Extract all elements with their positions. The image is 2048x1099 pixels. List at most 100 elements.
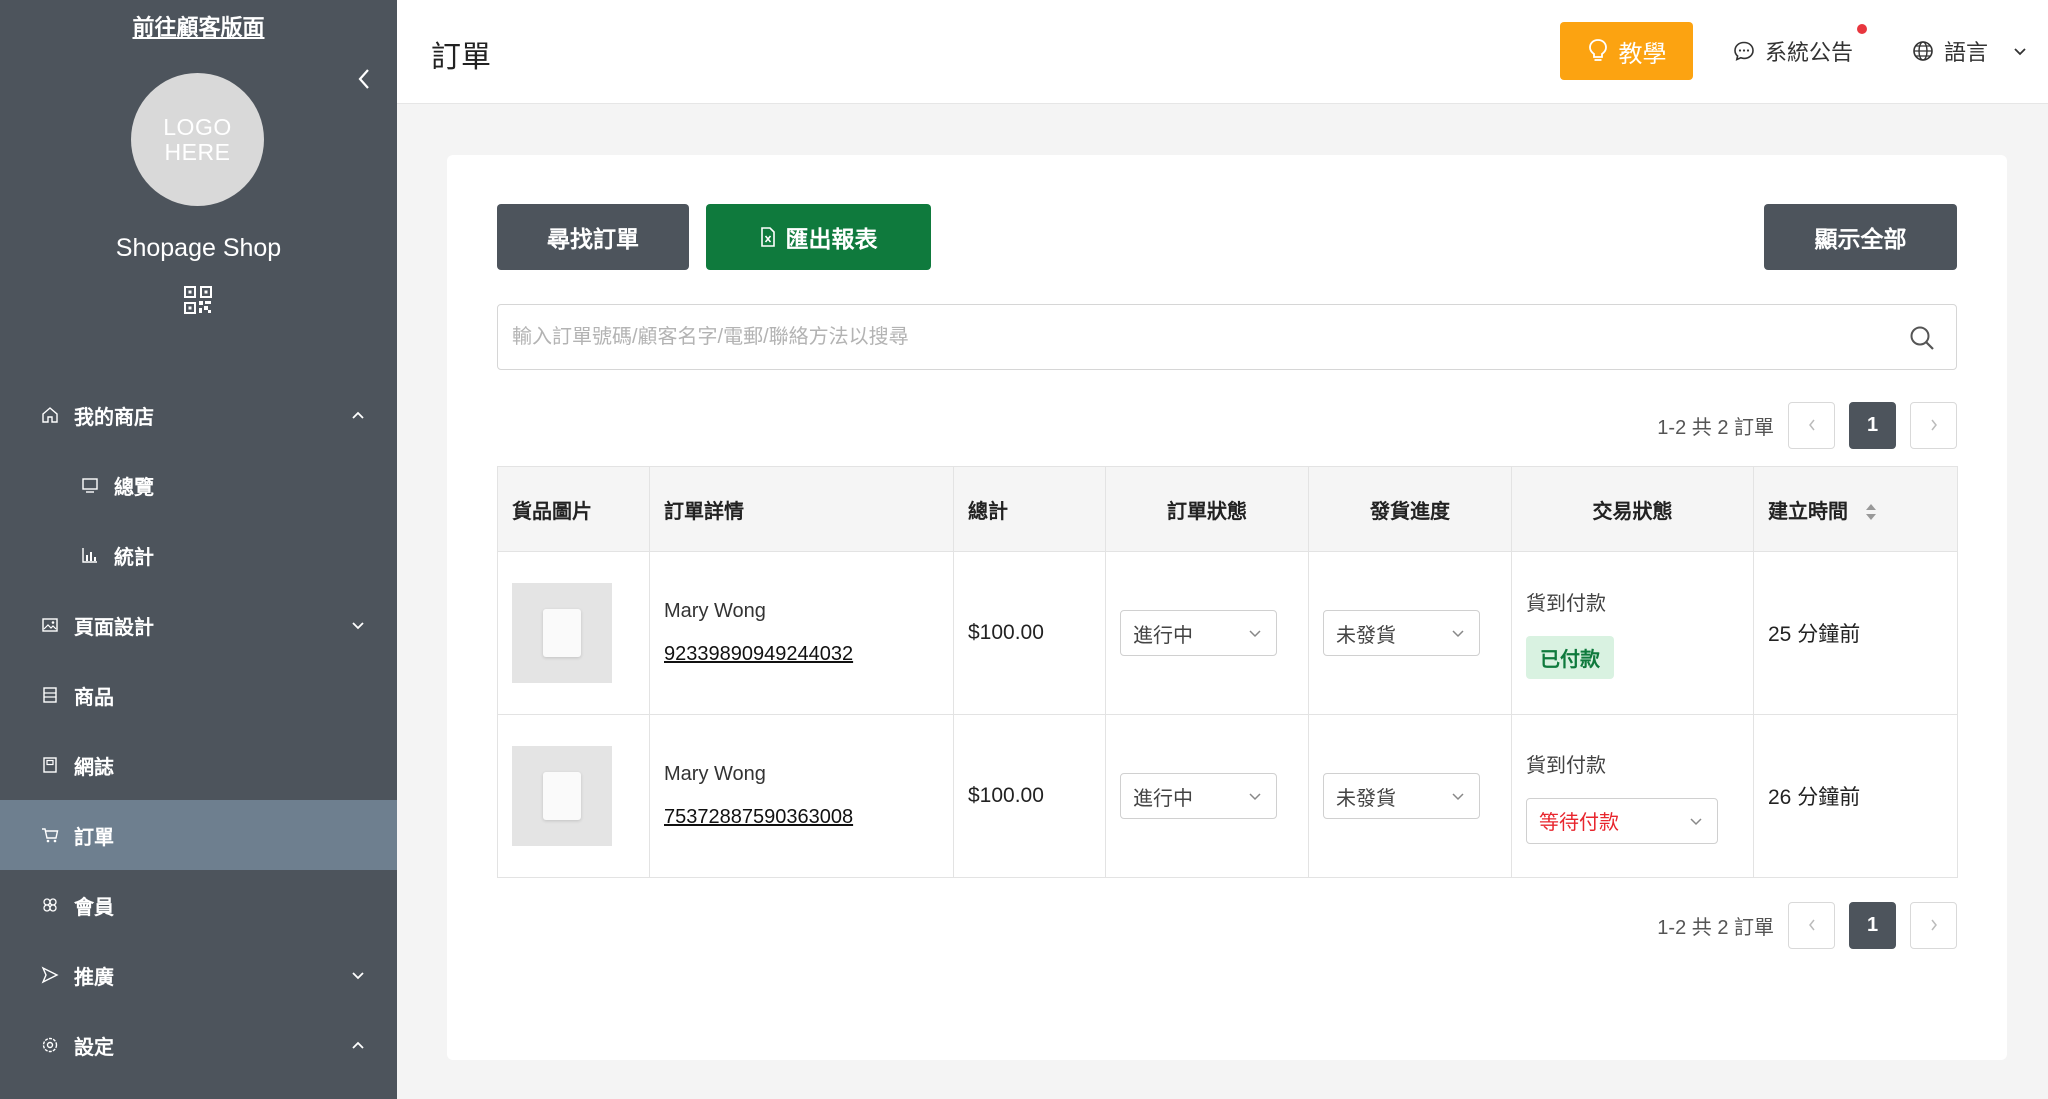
sidebar-item-products[interactable]: 商品 (0, 660, 397, 730)
shipping-status-value: 未發貨 (1336, 624, 1396, 647)
shipping-status-cell: 未發貨 (1308, 714, 1512, 878)
created-header-label: 建立時間 (1768, 500, 1848, 523)
send-icon (41, 966, 59, 984)
search-icon[interactable] (1908, 324, 1936, 352)
monitor-icon (82, 478, 98, 493)
image-icon (42, 618, 58, 632)
sidebar-menu: 我的商店 總覽 統計 頁面設計 商品 網誌 訂單 會員 推廣 設定 (0, 380, 397, 1080)
chevron-down-icon (1452, 793, 1464, 801)
sidebar-item-settings[interactable]: 設定 (0, 1010, 397, 1080)
page-title: 訂單 (431, 41, 491, 74)
export-report-button[interactable]: 匯出報表 (706, 204, 931, 270)
language-selector[interactable]: 語言 (1912, 34, 2028, 68)
table-header-row: 貨品圖片 訂單詳情 總計 訂單狀態 發貨進度 交易狀態 建立時間 (497, 466, 1958, 552)
sort-icon[interactable] (1864, 501, 1878, 523)
show-all-label: 顯示全部 (1814, 226, 1907, 252)
payment-status-select[interactable]: 等待付款 (1526, 797, 1718, 844)
prev-page-button[interactable] (1788, 401, 1835, 449)
collapse-sidebar-button[interactable] (350, 62, 378, 96)
col-header-transaction: 交易狀態 (1511, 466, 1754, 552)
sidebar-item-label: 設定 (74, 1036, 114, 1059)
sidebar-item-blog[interactable]: 網誌 (0, 730, 397, 800)
sidebar-item-members[interactable]: 會員 (0, 870, 397, 940)
globe-icon (1913, 41, 1933, 61)
sidebar-item-label: 頁面設計 (74, 616, 154, 639)
chevron-left-icon (1808, 919, 1815, 931)
page-button-current[interactable]: 1 (1849, 901, 1896, 949)
chevron-down-icon (1249, 630, 1261, 638)
shipping-status-cell: 未發貨 (1308, 551, 1512, 715)
order-status-value: 進行中 (1133, 787, 1193, 810)
order-number-link[interactable]: 75372887590363008 (664, 806, 953, 829)
table-row[interactable]: Mary Wong 92339890949244032 $100.00 進行中 … (497, 551, 1958, 715)
paid-status-badge: 已付款 (1526, 636, 1614, 679)
order-status-value: 進行中 (1133, 624, 1193, 647)
sidebar-item-label: 網誌 (74, 756, 114, 779)
show-all-button[interactable]: 顯示全部 (1764, 204, 1957, 270)
shipping-status-select[interactable]: 未發貨 (1323, 610, 1480, 656)
sidebar-item-promotion[interactable]: 推廣 (0, 940, 397, 1010)
gear-icon (42, 1037, 58, 1053)
shop-logo: LOGO HERE (131, 73, 264, 206)
sidebar-item-my-store[interactable]: 我的商店 (0, 380, 397, 450)
tutorial-label: 教學 (1618, 40, 1667, 68)
chevron-right-icon (1930, 919, 1937, 931)
qr-code-icon[interactable] (184, 286, 212, 314)
pagination-summary: 1-2 共 2 訂單 (1657, 416, 1774, 439)
order-status-select[interactable]: 進行中 (1120, 610, 1277, 656)
order-status-select[interactable]: 進行中 (1120, 773, 1277, 819)
col-header-created[interactable]: 建立時間 (1753, 466, 1958, 552)
logo-text-line1: LOGO (163, 113, 232, 140)
payment-method: 貨到付款 (1526, 593, 1606, 615)
order-number-link[interactable]: 92339890949244032 (664, 643, 953, 666)
page-button-current[interactable]: 1 (1849, 401, 1896, 449)
search-input[interactable] (512, 305, 1882, 369)
order-details-cell: Mary Wong 75372887590363008 (649, 714, 954, 878)
table-row[interactable]: Mary Wong 75372887590363008 $100.00 進行中 … (497, 714, 1958, 878)
sidebar: 前往顧客版面 LOGOHERE Shopage Shop 我的商店 總覽 統計 (0, 0, 397, 1099)
order-details-cell: Mary Wong 92339890949244032 (649, 551, 954, 715)
sidebar-item-label: 會員 (74, 896, 114, 919)
sidebar-item-overview[interactable]: 總覽 (0, 450, 397, 520)
payment-status-value: 等待付款 (1539, 812, 1619, 834)
sidebar-item-label: 統計 (114, 546, 154, 569)
chevron-down-icon (1249, 793, 1261, 801)
product-image-cell (497, 714, 650, 878)
shipping-status-select[interactable]: 未發貨 (1323, 773, 1480, 819)
prev-page-button[interactable] (1788, 901, 1835, 949)
product-image[interactable] (512, 746, 612, 846)
find-order-label: 尋找訂單 (547, 226, 639, 252)
pagination-bottom: 1-2 共 2 訂單 1 (1657, 901, 1957, 949)
product-image[interactable] (512, 583, 612, 683)
excel-file-icon (760, 227, 775, 247)
shop-name: Shopage Shop (115, 234, 282, 262)
tutorial-button[interactable]: 教學 (1560, 22, 1693, 80)
sidebar-item-label: 我的商店 (74, 406, 154, 429)
announcement-label: 系統公告 (1765, 40, 1854, 65)
search-box (497, 304, 1957, 370)
chevron-up-icon (352, 1041, 364, 1049)
members-icon (43, 898, 57, 912)
col-header-total: 總計 (953, 466, 1106, 552)
lightbulb-icon (1588, 39, 1607, 61)
col-header-order-status: 訂單狀態 (1105, 466, 1309, 552)
sidebar-item-statistics[interactable]: 統計 (0, 520, 397, 590)
system-announcement-button[interactable]: 系統公告 (1733, 24, 1868, 68)
tshirt-thumbnail (543, 772, 581, 820)
find-order-button[interactable]: 尋找訂單 (497, 204, 689, 270)
orders-card: 尋找訂單 匯出報表 顯示全部 1-2 共 2 訂單 1 貨品圖片 訂單詳情 總計… (447, 155, 2007, 1060)
export-report-label: 匯出報表 (785, 226, 878, 252)
chevron-down-icon (2014, 48, 2026, 56)
sidebar-item-label: 總覽 (114, 476, 154, 499)
customer-view-link[interactable]: 前往顧客版面 (0, 10, 397, 42)
customer-name: Mary Wong (664, 763, 766, 785)
next-page-button[interactable] (1910, 901, 1957, 949)
sidebar-item-orders[interactable]: 訂單 (0, 800, 397, 870)
col-header-image: 貨品圖片 (497, 466, 650, 552)
payment-method: 貨到付款 (1526, 754, 1606, 777)
top-header: 訂單 教學 系統公告 語言 (397, 0, 2048, 104)
sidebar-item-page-design[interactable]: 頁面設計 (0, 590, 397, 660)
transaction-status-cell: 貨到付款 已付款 (1511, 551, 1754, 715)
product-list-icon (43, 687, 57, 703)
next-page-button[interactable] (1910, 401, 1957, 449)
